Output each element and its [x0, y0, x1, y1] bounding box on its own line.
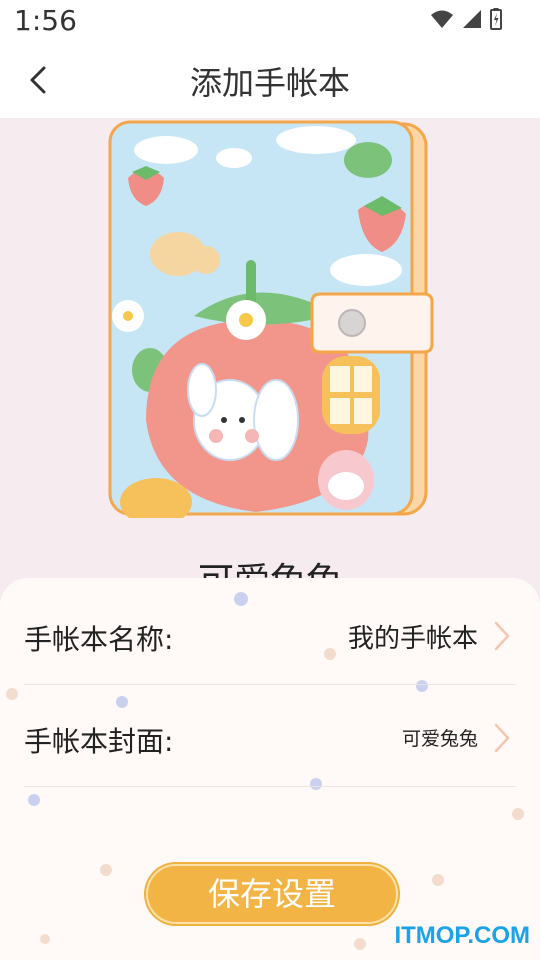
notebook-cover-label: 手帐本封面:: [24, 725, 174, 758]
decor-dot: [512, 808, 524, 820]
decor-dot: [40, 934, 50, 944]
status-icons: [430, 8, 502, 30]
watermark: ITMOP.COM: [394, 922, 530, 949]
decor-dot: [432, 874, 444, 886]
decor-dot: [6, 688, 18, 700]
notebook-cover-image[interactable]: [106, 120, 434, 518]
notebook-name-row[interactable]: 手帐本名称: 我的手帐本: [24, 582, 516, 685]
status-time: 1:56: [14, 4, 77, 37]
wifi-icon: [431, 10, 453, 28]
decor-dot: [354, 938, 366, 950]
notebook-cover-value: 可爱兔兔: [401, 728, 478, 750]
notebook-name-value: 我的手帐本: [347, 624, 478, 654]
decor-dot: [100, 864, 112, 876]
status-bar: 1:56: [0, 0, 540, 46]
notebook-cover-row[interactable]: 手帐本封面: 可爱兔兔: [24, 684, 516, 787]
battery-icon: [490, 8, 502, 30]
notebook-name-label: 手帐本名称:: [24, 623, 174, 656]
header: 添加手帐本: [0, 46, 540, 118]
save-settings-button[interactable]: 保存设置: [146, 864, 398, 924]
decor-dot: [28, 794, 40, 806]
chevron-right-icon: [494, 723, 510, 753]
page-title: 添加手帐本: [189, 64, 350, 102]
chevron-right-icon: [494, 621, 510, 651]
signal-icon: [463, 10, 481, 28]
